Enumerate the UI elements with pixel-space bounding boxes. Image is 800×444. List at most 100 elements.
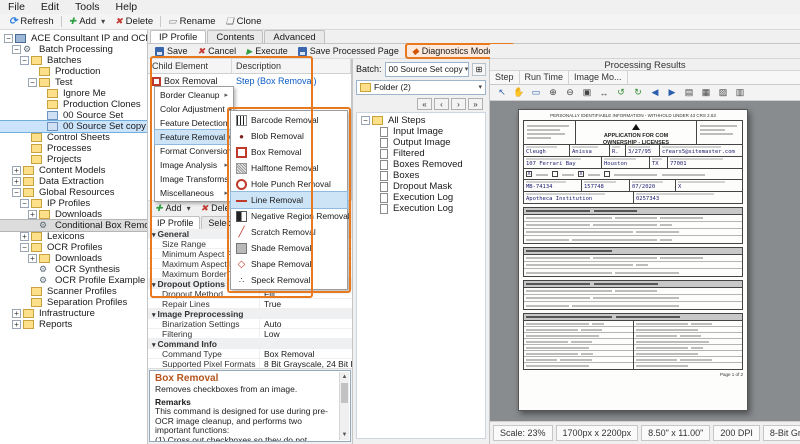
submenu-item[interactable]: Blob Removal: [231, 128, 347, 144]
add-button[interactable]: Add: [64, 15, 110, 29]
cancel-button[interactable]: Cancel: [193, 44, 242, 58]
expander-icon[interactable]: [12, 188, 21, 197]
editor-tab[interactable]: Advanced: [264, 30, 324, 43]
image-viewer[interactable]: PERSONALLY IDENTIFIABLE INFORMATION - WI…: [490, 101, 800, 421]
print-icon[interactable]: ▥: [732, 86, 748, 100]
property-row[interactable]: Filtering Low: [148, 329, 352, 339]
expander-icon[interactable]: [28, 221, 37, 230]
property-row[interactable]: Binarization Settings Auto: [148, 319, 352, 329]
expander-icon[interactable]: [12, 320, 21, 329]
property-value[interactable]: Low: [260, 329, 352, 339]
execute-button[interactable]: Execute: [241, 44, 293, 58]
rotate-right-icon[interactable]: ↻: [630, 86, 646, 100]
property-row[interactable]: Repair Lines True: [148, 299, 352, 309]
expander-icon[interactable]: [20, 56, 29, 65]
tree-item[interactable]: 00 Source Set copy: [0, 121, 147, 132]
submenu-item[interactable]: Hole Punch Removal: [231, 176, 347, 192]
tree-item[interactable]: Projects: [0, 154, 147, 165]
refresh-button[interactable]: Refresh: [4, 15, 59, 29]
expander-icon[interactable]: [369, 171, 378, 180]
tree-item[interactable]: Lexicons: [0, 231, 147, 242]
expander-icon[interactable]: [12, 309, 21, 318]
results-column-header[interactable]: Image Mo...: [569, 71, 628, 84]
tree-item[interactable]: Content Models: [0, 165, 147, 176]
tree-item[interactable]: Reports: [0, 319, 147, 330]
results-column-header[interactable]: Step: [490, 71, 520, 84]
batch-tree-item[interactable]: Execution Log: [357, 203, 485, 214]
editor-tab[interactable]: Contents: [207, 30, 263, 43]
expander-icon[interactable]: [20, 199, 29, 208]
expander-icon[interactable]: [4, 34, 13, 43]
first-page-button[interactable]: «: [417, 98, 432, 110]
menubar-item[interactable]: Help: [108, 1, 146, 13]
submenu-item[interactable]: Halftone Removal: [231, 160, 347, 176]
menubar-item[interactable]: Tools: [67, 1, 108, 13]
tree-item[interactable]: OCR Profile Example: [0, 275, 147, 286]
folder-combobox[interactable]: Folder (2): [356, 80, 486, 95]
batch-tree-item[interactable]: Boxes: [357, 170, 485, 181]
expander-icon[interactable]: [369, 160, 378, 169]
ruler-icon[interactable]: ▤: [681, 86, 697, 100]
expander-icon[interactable]: [12, 166, 21, 175]
child-step-description-cell[interactable]: Step (Box Removal): [232, 76, 351, 86]
tree-item[interactable]: Global Resources: [0, 187, 147, 198]
overlay-icon[interactable]: ▨: [715, 86, 731, 100]
property-row[interactable]: Command Info: [148, 339, 352, 349]
property-row[interactable]: Supported Pixel Formats 8 Bit Grayscale,…: [148, 359, 352, 369]
last-page-button[interactable]: »: [468, 98, 483, 110]
expander-icon[interactable]: [20, 243, 29, 252]
batch-tree-item[interactable]: Boxes Removed: [357, 159, 485, 170]
submenu-item[interactable]: Line Removal: [231, 192, 347, 208]
property-value[interactable]: Auto: [260, 319, 352, 329]
results-column-header[interactable]: Run Time: [520, 71, 570, 84]
tree-item[interactable]: 00 Source Set: [0, 110, 147, 121]
property-value[interactable]: Box Removal: [260, 349, 352, 359]
expander-icon[interactable]: [369, 182, 378, 191]
expander-icon[interactable]: [369, 149, 378, 158]
property-value[interactable]: 8 Bit Grayscale, 24 Bit RGB, 32 B: [260, 359, 352, 369]
expander-icon[interactable]: [36, 111, 45, 120]
batch-tree-item[interactable]: Input Image: [357, 126, 485, 137]
scroll-up-icon[interactable]: ▲: [340, 372, 349, 382]
property-row[interactable]: Command Type Box Removal: [148, 349, 352, 359]
grid-icon[interactable]: ▦: [698, 86, 714, 100]
submenu-item[interactable]: Speck Removal: [231, 272, 347, 288]
tree-item[interactable]: Scanner Profiles: [0, 286, 147, 297]
tree-item[interactable]: Control Sheets: [0, 132, 147, 143]
property-tab[interactable]: IP Profile: [150, 216, 200, 229]
clone-button[interactable]: Clone: [221, 15, 267, 29]
expander-icon[interactable]: [361, 116, 370, 125]
tree-item[interactable]: Batch Processing: [0, 44, 147, 55]
tree-item[interactable]: Separation Profiles: [0, 297, 147, 308]
menubar-item[interactable]: File: [0, 1, 33, 13]
zoom-select-icon[interactable]: ▭: [528, 86, 544, 100]
property-row[interactable]: Image Preprocessing: [148, 309, 352, 319]
expander-icon[interactable]: [36, 89, 45, 98]
context-menu-item[interactable]: Format Conversion: [155, 144, 233, 158]
expander-icon[interactable]: [20, 232, 29, 241]
expander-icon[interactable]: [12, 177, 21, 186]
batch-tree-item[interactable]: Filtered: [357, 148, 485, 159]
batch-tree-item[interactable]: All Steps: [357, 115, 485, 126]
save-processed-page-button[interactable]: Save Processed Page: [293, 44, 404, 58]
add-step-button[interactable]: Add: [150, 201, 196, 215]
expander-icon[interactable]: [36, 100, 45, 109]
expander-icon[interactable]: [369, 138, 378, 147]
context-menu-item[interactable]: Feature Removal: [155, 130, 233, 144]
context-menu-item[interactable]: Image Analysis: [155, 158, 233, 172]
column-child-element[interactable]: Child Element: [148, 59, 232, 73]
tree-item[interactable]: Conditional Box Removal: [0, 220, 147, 231]
expander-icon[interactable]: [369, 204, 378, 213]
expander-icon[interactable]: [369, 127, 378, 136]
tree-item[interactable]: Downloads: [0, 209, 147, 220]
submenu-item[interactable]: Shade Removal: [231, 240, 347, 256]
scroll-thumb[interactable]: [341, 383, 348, 403]
column-description[interactable]: Description: [232, 59, 351, 73]
rename-button[interactable]: Rename: [163, 15, 220, 29]
submenu-item[interactable]: Scratch Removal: [231, 224, 347, 240]
expander-icon[interactable]: [20, 144, 29, 153]
batch-combobox[interactable]: 00 Source Set copy: [385, 62, 469, 77]
zoom-in-icon[interactable]: ⊕: [545, 86, 561, 100]
menubar-item[interactable]: Edit: [33, 1, 67, 13]
tree-item[interactable]: OCR Profiles: [0, 242, 147, 253]
